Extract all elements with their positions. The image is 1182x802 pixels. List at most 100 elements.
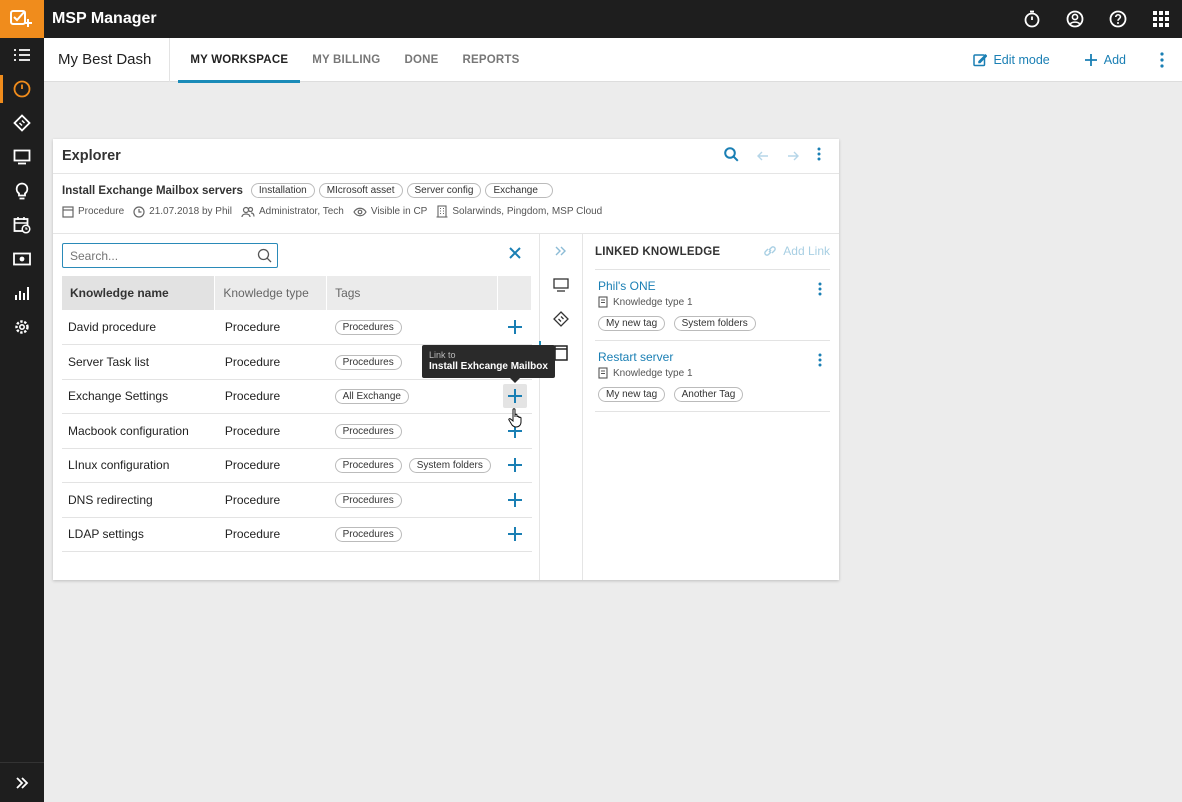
edit-mode-button[interactable]: Edit mode xyxy=(973,53,1050,67)
clock-icon xyxy=(133,205,145,218)
lightbulb-icon[interactable] xyxy=(0,174,44,208)
item-tag[interactable]: Installation xyxy=(250,183,315,198)
tag-chip[interactable]: Another Tag xyxy=(673,387,744,402)
tab-done[interactable]: DONE xyxy=(392,38,450,82)
tag-chip[interactable]: Procedures xyxy=(334,354,402,370)
tab-my-billing[interactable]: MY BILLING xyxy=(300,38,392,82)
knowledge-name[interactable]: Exchange Settings xyxy=(62,379,215,414)
bar-chart-icon[interactable] xyxy=(0,276,44,310)
tab-reports[interactable]: REPORTS xyxy=(450,38,531,82)
tag-chip[interactable]: System folders xyxy=(408,458,491,474)
tag-chip[interactable]: My new tag xyxy=(598,387,666,402)
item-tag[interactable]: MIcrosoft asset xyxy=(318,183,403,198)
table-row[interactable]: DNS redirecting Procedure Procedures xyxy=(62,482,532,518)
tag-chip[interactable]: System folders xyxy=(673,316,756,331)
tag-chip[interactable]: Procedures xyxy=(334,423,402,439)
column-header[interactable]: Knowledge name xyxy=(62,276,216,310)
add-link-button[interactable] xyxy=(503,488,527,512)
linked-item-name[interactable]: Restart server xyxy=(598,350,827,364)
knowledge-name[interactable]: DNS redirecting xyxy=(62,482,215,518)
apps-grid-icon[interactable] xyxy=(1139,0,1182,38)
menu-list-icon[interactable] xyxy=(0,38,44,72)
arrow-forward-icon[interactable] xyxy=(787,148,799,166)
table-row[interactable]: LInux configuration Procedure Procedures… xyxy=(62,448,532,483)
monitor-icon[interactable] xyxy=(0,140,44,174)
knowledge-tags: All Exchange xyxy=(326,379,498,414)
meta-roles-text: Administrator, Tech xyxy=(258,206,344,217)
item-tag[interactable]: Exchange xyxy=(485,183,553,198)
ticket-icon[interactable] xyxy=(0,106,44,140)
knowledge-tags: Procedures xyxy=(326,413,498,449)
tag-chip[interactable]: Procedures xyxy=(334,320,402,335)
knowledge-tags: Procedures xyxy=(326,517,498,552)
money-icon[interactable] xyxy=(0,242,44,276)
add-link-button[interactable] xyxy=(503,522,527,546)
arrow-back-icon[interactable] xyxy=(757,148,769,166)
ticket-icon[interactable] xyxy=(540,302,582,336)
search-icon[interactable] xyxy=(724,146,739,167)
knowledge-name[interactable]: Server Task list xyxy=(62,344,215,380)
close-icon[interactable] xyxy=(509,246,521,264)
double-chevron-right-icon[interactable] xyxy=(0,762,44,802)
table-row[interactable]: Exchange Settings Procedure All Exchange xyxy=(62,379,532,414)
column-header[interactable]: Knowledge type xyxy=(214,276,328,310)
stopwatch-icon[interactable] xyxy=(1010,0,1053,38)
tag-chip[interactable]: My new tag xyxy=(598,316,666,331)
knowledge-name[interactable]: LDAP settings xyxy=(62,517,215,552)
tag-chip[interactable]: Procedures xyxy=(334,527,402,543)
settings-icon[interactable] xyxy=(0,310,44,344)
document-icon xyxy=(598,296,608,308)
add-link-label: Add Link xyxy=(783,244,830,258)
add-link-button[interactable] xyxy=(503,315,527,339)
dashboard-clock-icon[interactable] xyxy=(0,72,44,106)
add-link-button[interactable] xyxy=(502,384,527,409)
hand-cursor-icon xyxy=(508,408,524,433)
more-icon[interactable] xyxy=(818,282,822,301)
tab-my-workspace[interactable]: MY WORKSPACE xyxy=(178,38,301,83)
explorer-more-icon[interactable] xyxy=(817,147,821,166)
table-row[interactable]: LDAP settings Procedure Procedures xyxy=(62,517,532,552)
add-link-button[interactable] xyxy=(503,453,527,477)
tag-chip[interactable]: Procedures xyxy=(334,458,402,474)
more-icon[interactable] xyxy=(818,353,822,372)
knowledge-type: Procedure xyxy=(214,344,327,380)
tag-chip[interactable]: Procedures xyxy=(334,492,402,508)
search-input[interactable] xyxy=(63,244,243,267)
search-field-icon[interactable] xyxy=(257,248,272,268)
monitor-icon[interactable] xyxy=(540,268,582,302)
meta-date-text: 21.07.2018 by Phil xyxy=(149,206,232,217)
column-header[interactable]: Tags xyxy=(326,276,499,310)
dashboard-title[interactable]: My Best Dash xyxy=(44,37,171,82)
add-button[interactable]: Add xyxy=(1084,53,1126,67)
link-tooltip: Link to Install Exhcange Mailbox xyxy=(422,345,555,383)
plus-icon xyxy=(507,458,522,473)
app-title: MSP Manager xyxy=(52,10,157,27)
eye-icon xyxy=(353,207,367,216)
item-info: Install Exchange Mailbox servers Install… xyxy=(53,174,839,234)
tag-chip[interactable]: All Exchange xyxy=(334,389,409,405)
knowledge-name[interactable]: LInux configuration xyxy=(62,448,215,483)
meta-type-text: Procedure xyxy=(78,206,125,217)
search-box[interactable] xyxy=(62,243,278,268)
linked-knowledge: LINKED KNOWLEDGE Add Link Phil's ONE Kno… xyxy=(583,234,839,580)
item-tag[interactable]: Server config xyxy=(406,183,482,198)
knowledge-name[interactable]: David procedure xyxy=(62,310,215,345)
app-logo-icon[interactable] xyxy=(0,0,44,38)
calendar-clock-icon[interactable] xyxy=(0,208,44,242)
account-icon[interactable] xyxy=(1053,0,1096,38)
double-chevron-right-icon[interactable] xyxy=(540,234,582,268)
linked-item-name[interactable]: Phil's ONE xyxy=(598,279,827,293)
table-row[interactable]: Macbook configuration Procedure Procedur… xyxy=(62,413,532,449)
meta-visibility: Visible in CP xyxy=(353,206,427,217)
link-cell xyxy=(497,448,532,483)
top-bar: MSP Manager xyxy=(0,0,1182,38)
header-more-icon[interactable] xyxy=(1160,52,1164,68)
knowledge-name[interactable]: Macbook configuration xyxy=(62,413,215,449)
linked-item[interactable]: Restart server Knowledge type 1 My new t… xyxy=(595,341,830,412)
linked-item[interactable]: Phil's ONE Knowledge type 1 My new tag S… xyxy=(595,270,830,341)
help-icon[interactable] xyxy=(1096,0,1139,38)
tooltip-line-2: Install Exhcange Mailbox xyxy=(429,360,548,372)
table-row[interactable]: David procedure Procedure Procedures xyxy=(62,310,532,345)
view-switcher xyxy=(539,234,583,580)
add-link-button[interactable]: Add Link xyxy=(763,244,830,258)
